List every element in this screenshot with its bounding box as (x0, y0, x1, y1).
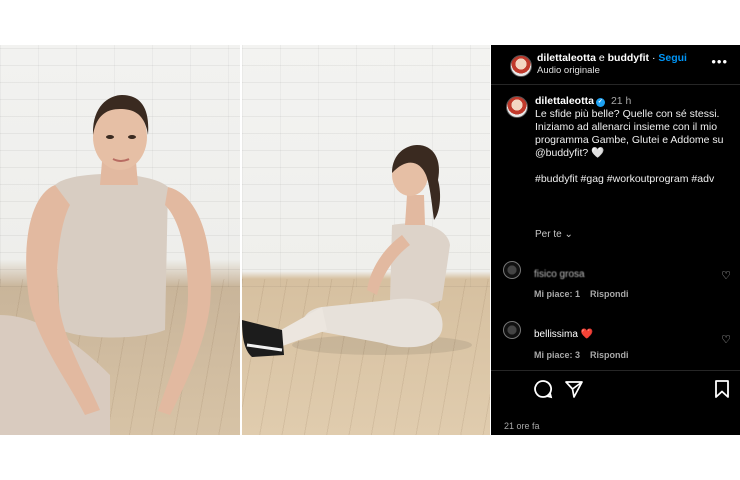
comment-text: bellissima ❤️ (534, 329, 593, 340)
caption-hashtags[interactable]: #buddyfit #gag #workoutprogram #adv (535, 173, 733, 186)
heart-outline-icon[interactable]: ♡ (721, 333, 731, 346)
comment-body: bellissima ❤️ (534, 329, 594, 340)
heart-outline-icon[interactable]: ♡ (721, 269, 731, 282)
more-icon[interactable]: ••• (711, 55, 728, 68)
verified-icon: ✓ (595, 98, 605, 107)
translate-toggle[interactable]: Per te ⌄ (535, 229, 573, 240)
avatar[interactable] (510, 55, 532, 77)
instagram-side-panel: dilettaleotta e buddyfit · Segui Audio o… (491, 45, 740, 435)
comment-icon[interactable] (533, 379, 553, 399)
comment-body: fisico grosa (534, 269, 585, 280)
share-icon[interactable] (564, 379, 584, 399)
comment-meta: Mi piace: 3 Rispondi (534, 350, 629, 360)
caption-time: 21 h (610, 95, 632, 107)
chevron-down-icon: ⌄ (564, 229, 573, 240)
reply-button[interactable]: Rispondi (590, 350, 629, 360)
caption-text: Le sfide più belle? Quelle con sé stessi… (535, 108, 733, 186)
caption-header: dilettaleotta ✓ 21 h (535, 95, 631, 107)
audio-link[interactable]: Audio originale (537, 65, 600, 76)
caption-line2: Iniziamo ad allenarci insieme con il mio… (535, 121, 724, 159)
commenter-avatar[interactable] (503, 261, 521, 279)
caption-username[interactable]: dilettaleotta (535, 95, 594, 107)
header-user2[interactable]: buddyfit (608, 52, 649, 64)
comment-likes[interactable]: Mi piace: 1 (534, 289, 580, 299)
post-date: 21 ore fa (504, 421, 540, 431)
action-bar (491, 370, 740, 410)
screenshot-canvas: dilettaleotta e buddyfit · Segui Audio o… (0, 0, 740, 480)
header-conjunction: e (598, 52, 605, 64)
post-photo-right[interactable] (242, 45, 490, 435)
follow-button[interactable]: Segui (658, 52, 687, 64)
reply-button[interactable]: Rispondi (590, 289, 629, 299)
comment-text: fisico grosa (534, 269, 585, 280)
caption-line1: Le sfide più belle? Quelle con sé stessi… (535, 108, 720, 120)
post-photo-left[interactable] (0, 45, 240, 435)
comment-meta: Mi piace: 1 Rispondi (534, 289, 629, 299)
caption-avatar[interactable] (506, 96, 528, 118)
translate-label: Per te (535, 229, 562, 240)
comment-likes[interactable]: Mi piace: 3 (534, 350, 580, 360)
header-user1[interactable]: dilettaleotta (537, 52, 596, 64)
commenter-avatar[interactable] (503, 321, 521, 339)
header-separator: · (651, 52, 656, 64)
bookmark-icon[interactable] (714, 379, 730, 399)
post-header: dilettaleotta e buddyfit · Segui Audio o… (491, 45, 740, 85)
header-usernames: dilettaleotta e buddyfit · Segui (537, 52, 687, 64)
